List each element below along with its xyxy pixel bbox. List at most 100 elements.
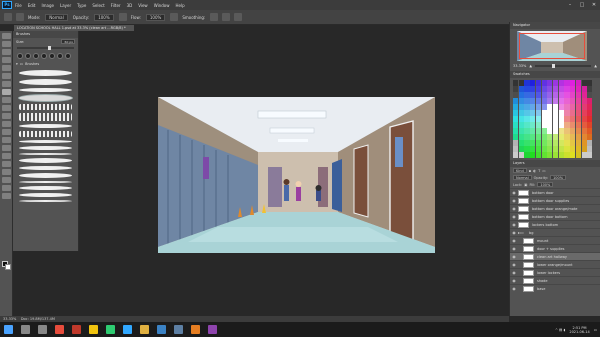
color-swatch[interactable]	[587, 86, 593, 92]
size-slider-thumb[interactable]	[48, 46, 52, 50]
zoom-in-icon[interactable]: ▲	[594, 64, 597, 68]
color-swatch[interactable]	[518, 86, 524, 92]
color-swatch[interactable]	[575, 152, 582, 158]
color-swatch[interactable]	[587, 110, 593, 116]
color-swatch[interactable]	[553, 140, 559, 146]
color-swatch[interactable]	[558, 140, 564, 146]
flow-field[interactable]: 100%	[145, 13, 166, 21]
color-swatch[interactable]	[587, 116, 593, 122]
blend-mode-select[interactable]: Normal	[513, 175, 532, 180]
color-swatch[interactable]	[524, 152, 530, 158]
color-swatch[interactable]	[530, 104, 536, 110]
photoshop-taskbar-icon[interactable]	[123, 325, 132, 334]
brush-preset[interactable]	[19, 158, 72, 163]
zoom-tool-icon[interactable]	[2, 185, 11, 191]
color-swatch[interactable]	[581, 134, 587, 140]
shape-tool-icon[interactable]	[2, 169, 11, 175]
opacity-field[interactable]: 100%	[94, 13, 114, 21]
size-field[interactable]: 60 px	[61, 39, 75, 44]
color-swatch[interactable]	[530, 80, 536, 86]
color-swatch[interactable]	[547, 92, 553, 98]
navigator-zoom-slider[interactable]	[535, 64, 592, 68]
quick-select-tool-icon[interactable]	[2, 57, 11, 63]
color-swatch[interactable]	[558, 134, 564, 140]
layer-row[interactable]: ◉ clean art hallway	[510, 252, 600, 260]
color-swatch[interactable]	[518, 116, 524, 122]
color-swatch[interactable]	[535, 116, 542, 122]
brush-preset[interactable]	[19, 193, 72, 197]
color-swatch[interactable]	[513, 134, 519, 140]
color-swatch[interactable]	[535, 104, 542, 110]
color-swatch[interactable]	[581, 152, 587, 158]
color-swatch[interactable]	[570, 140, 576, 146]
visibility-eye-icon[interactable]: ◉	[510, 262, 518, 267]
crop-tool-icon[interactable]	[2, 65, 11, 71]
menu-3d[interactable]: 3D	[127, 3, 133, 8]
menu-type[interactable]: Type	[77, 3, 86, 8]
color-swatch[interactable]	[564, 116, 570, 122]
layer-row[interactable]: ◉ door + supplies	[510, 244, 600, 252]
visibility-eye-icon[interactable]: ◉	[510, 238, 518, 243]
color-swatch[interactable]	[541, 152, 547, 158]
color-swatch[interactable]	[541, 122, 547, 128]
filter-adjust-icon[interactable]: ◐	[533, 169, 536, 173]
color-swatch[interactable]	[587, 128, 593, 134]
canvas-artwork[interactable]	[158, 97, 435, 253]
color-swatch[interactable]	[587, 134, 593, 140]
color-swatch[interactable]	[524, 116, 530, 122]
color-swatch[interactable]	[518, 98, 524, 104]
volume-icon[interactable]: ◖	[563, 328, 565, 332]
color-swatch[interactable]	[530, 98, 536, 104]
color-swatch[interactable]	[558, 122, 564, 128]
app-orange-icon[interactable]	[191, 325, 200, 334]
clone-stamp-tool-icon[interactable]	[2, 97, 11, 103]
color-swatch[interactable]	[581, 86, 587, 92]
taskbar-clock[interactable]: 2:51 PM 2021-06-14	[569, 326, 589, 334]
color-swatch[interactable]	[530, 128, 536, 134]
color-swatch[interactable]	[558, 110, 564, 116]
color-swatch[interactable]	[564, 152, 570, 158]
color-swatch[interactable]	[518, 104, 524, 110]
network-icon[interactable]: ▤	[559, 328, 562, 332]
color-swatch[interactable]	[541, 128, 547, 134]
layer-row[interactable]: ◉ lower lockers	[510, 268, 600, 276]
chrome-icon[interactable]	[106, 325, 115, 334]
color-swatch[interactable]	[553, 128, 559, 134]
color-swatch[interactable]	[575, 98, 582, 104]
color-swatch[interactable]	[558, 146, 564, 152]
color-swatch[interactable]	[547, 140, 553, 146]
color-swatch[interactable]	[541, 110, 547, 116]
color-swatch[interactable]	[518, 80, 524, 86]
zoom-slider-thumb[interactable]	[551, 64, 555, 68]
color-swatch[interactable]	[575, 80, 582, 86]
color-swatch[interactable]	[553, 86, 559, 92]
eyedropper-tool-icon[interactable]	[2, 73, 11, 79]
color-swatch[interactable]	[547, 110, 553, 116]
history-brush-tool-icon[interactable]	[2, 105, 11, 111]
brush-preset[interactable]	[19, 166, 72, 170]
color-swatch[interactable]	[581, 146, 587, 152]
color-swatch[interactable]	[558, 92, 564, 98]
visibility-eye-icon[interactable]: ◉	[510, 206, 518, 211]
explorer-icon[interactable]	[89, 325, 98, 334]
color-swatch[interactable]	[524, 140, 530, 146]
layer-row[interactable]: ◉ mount	[510, 236, 600, 244]
menu-image[interactable]: Image	[41, 3, 54, 8]
brush-preset[interactable]	[19, 70, 72, 76]
menu-help[interactable]: Help	[175, 3, 184, 8]
color-swatch[interactable]	[513, 146, 519, 152]
tray-chevron-icon[interactable]: ^	[555, 328, 558, 332]
color-swatch[interactable]	[541, 92, 547, 98]
brush-preset[interactable]	[19, 113, 72, 121]
app-red2-icon[interactable]	[72, 325, 81, 334]
menu-filter[interactable]: Filter	[111, 3, 121, 8]
pressure-opacity-icon[interactable]	[118, 13, 127, 21]
color-swatch[interactable]	[513, 80, 519, 86]
color-swatch[interactable]	[558, 152, 564, 158]
color-swatch[interactable]	[524, 128, 530, 134]
color-swatch[interactable]	[581, 92, 587, 98]
layer-row[interactable]: ◉ lockers bottom	[510, 220, 600, 228]
hand-tool-icon[interactable]	[2, 177, 11, 183]
recent-brush-3[interactable]	[33, 53, 39, 59]
color-swatch[interactable]	[530, 140, 536, 146]
